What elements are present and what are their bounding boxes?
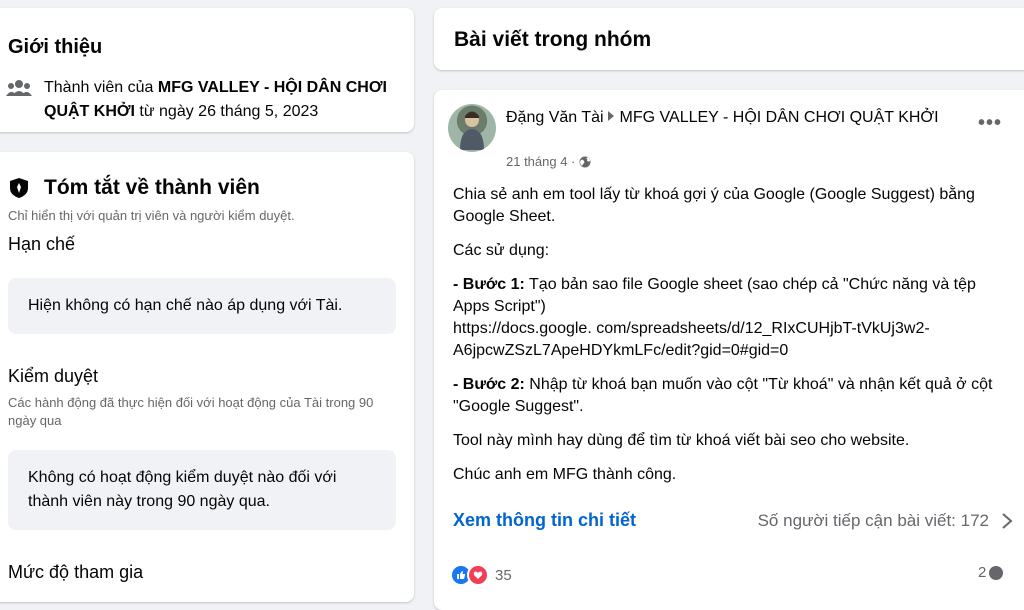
post-body: Chia sẻ anh em tool lấy từ khoá gợi ý củ… [453, 184, 1013, 498]
post-paragraph: Chúc anh em MFG thành công. [453, 466, 677, 483]
participation-title: Mức độ tham gia [8, 562, 144, 582]
members-icon [6, 80, 32, 96]
member-summary-card: Tóm tắt về thành viên Chỉ hiển thị với q… [0, 152, 414, 602]
restrictions-text: Hiện không có hạn chế nào áp dụng với Tà… [28, 297, 343, 314]
shield-icon [10, 178, 28, 198]
comment-count-area[interactable]: 2 [978, 564, 1004, 581]
globe-icon [579, 156, 591, 167]
post-meta: 21 tháng 4 · [506, 154, 591, 169]
step-2-text: Nhập từ khoá bạn muốn vào cột "Từ khoá" … [453, 376, 993, 415]
reach-label: Số người tiếp cận bài viết: 172 [757, 510, 989, 530]
post-date[interactable]: 21 tháng 4 · [506, 154, 575, 169]
membership-text: Thành viên của MFG VALLEY - HỘI DÂN CHƠI… [44, 76, 404, 124]
moderation-title: Kiểm duyệt [8, 366, 99, 386]
moderation-text: Không có hoạt động kiểm duyệt nào đối vớ… [28, 469, 337, 510]
step-2-label: - Bước 2: [453, 376, 525, 393]
see-details-link[interactable]: Xem thông tin chi tiết [453, 510, 636, 531]
post-reach[interactable]: Số người tiếp cận bài viết: 172 [758, 511, 1013, 531]
intro-card: Giới thiệu Thành viên của MFG VALLEY - H… [0, 8, 414, 132]
moderation-box: Không có hoạt động kiểm duyệt nào đối vớ… [8, 450, 396, 530]
intro-title: Giới thiệu [8, 36, 103, 58]
member-prefix: Thành viên của [44, 79, 158, 96]
step-1-url: https://docs.google. com/spreadsheets/d/… [453, 320, 930, 359]
group-posts-title: Bài viết trong nhóm [454, 28, 652, 51]
chevron-right-icon [1002, 512, 1013, 529]
post-card: Đặng Văn Tài MFG VALLEY - HỘI DÂN CHƠI QU… [434, 90, 1024, 610]
restrictions-title: Hạn chế [8, 234, 76, 254]
post-author-line: Đặng Văn Tài MFG VALLEY - HỘI DÂN CHƠI QU… [506, 106, 946, 130]
post-insights-row: Xem thông tin chi tiết Số người tiếp cận… [453, 510, 1013, 531]
post-group-name[interactable]: MFG VALLEY - HỘI DÂN CHƠI QUẬT KHỞI [620, 109, 939, 126]
post-step-2: - Bước 2: Nhập từ khoá bạn muốn vào cột … [453, 374, 1013, 418]
moderation-description: Các hành động đã thực hiện đối với hoạt … [8, 395, 374, 428]
membership-row: Thành viên của MFG VALLEY - HỘI DÂN CHƠI… [6, 76, 404, 124]
summary-title: Tóm tắt về thành viên [44, 176, 260, 199]
author-avatar[interactable] [448, 104, 496, 152]
right-triangle-icon [607, 111, 614, 121]
comment-icon [989, 565, 1004, 580]
step-1-label: - Bước 1: [453, 276, 525, 293]
author-name[interactable]: Đặng Văn Tài [506, 109, 604, 126]
love-reaction-icon [467, 564, 489, 586]
more-options-icon[interactable]: ••• [978, 112, 1002, 135]
group-posts-header: Bài viết trong nhóm [434, 8, 1024, 70]
reactions-summary[interactable]: 35 [450, 564, 512, 586]
post-paragraph: Chia sẻ anh em tool lấy từ khoá gợi ý củ… [453, 186, 975, 225]
avatar-image [460, 111, 484, 150]
member-since: từ ngày 26 tháng 5, 2023 [134, 103, 319, 120]
post-step-1: - Bước 1: Tạo bản sao file Google sheet … [453, 274, 1013, 362]
summary-header: Tóm tắt về thành viên [8, 176, 260, 200]
post-paragraph: Tool này mình hay dùng để tìm từ khoá vi… [453, 432, 910, 449]
comment-count: 2 [978, 564, 987, 581]
summary-subtitle: Chỉ hiển thị với quản trị viên và người … [8, 208, 295, 223]
step-1-text: Tạo bản sao file Google sheet (sao chép … [453, 276, 976, 315]
restrictions-box: Hiện không có hạn chế nào áp dụng với Tà… [8, 278, 396, 334]
post-paragraph: Các sử dụng: [453, 242, 550, 259]
